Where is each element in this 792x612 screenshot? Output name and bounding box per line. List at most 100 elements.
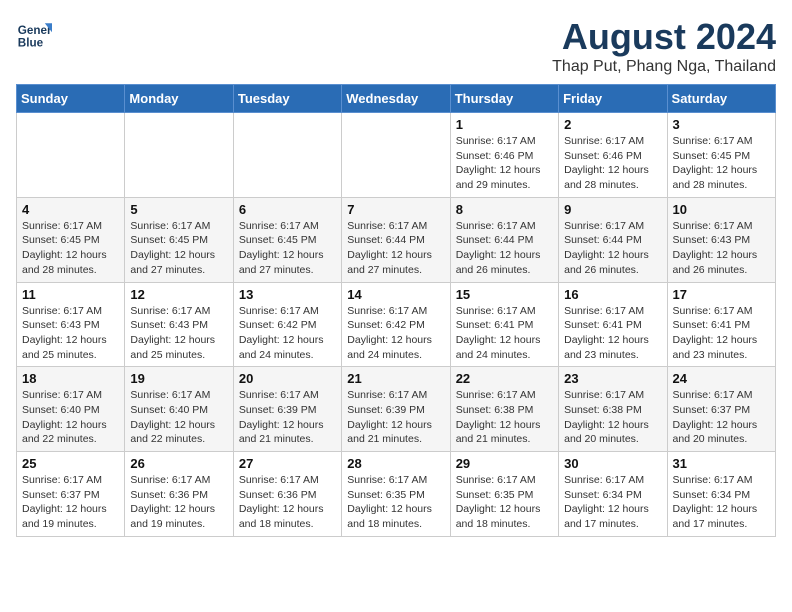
col-thursday: Thursday <box>450 85 558 113</box>
day-cell: 28Sunrise: 6:17 AM Sunset: 6:35 PM Dayli… <box>342 452 450 537</box>
day-detail: Sunrise: 6:17 AM Sunset: 6:36 PM Dayligh… <box>130 473 227 532</box>
day-detail: Sunrise: 6:17 AM Sunset: 6:45 PM Dayligh… <box>22 219 119 278</box>
day-number: 2 <box>564 117 661 132</box>
day-number: 27 <box>239 456 336 471</box>
day-number: 31 <box>673 456 770 471</box>
day-number: 24 <box>673 371 770 386</box>
title-area: August 2024 Thap Put, Phang Nga, Thailan… <box>552 16 776 76</box>
day-detail: Sunrise: 6:17 AM Sunset: 6:42 PM Dayligh… <box>239 304 336 363</box>
calendar-header: Sunday Monday Tuesday Wednesday Thursday… <box>17 85 776 113</box>
day-detail: Sunrise: 6:17 AM Sunset: 6:45 PM Dayligh… <box>673 134 770 193</box>
day-cell: 10Sunrise: 6:17 AM Sunset: 6:43 PM Dayli… <box>667 197 775 282</box>
day-cell: 24Sunrise: 6:17 AM Sunset: 6:37 PM Dayli… <box>667 367 775 452</box>
day-cell: 3 Sunrise: 6:17 AM Sunset: 6:45 PM Daylig… <box>667 113 775 198</box>
day-detail: Sunrise: 6:17 AM Sunset: 6:44 PM Dayligh… <box>564 219 661 278</box>
day-cell: 5 Sunrise: 6:17 AM Sunset: 6:45 PM Daylig… <box>125 197 233 282</box>
day-number: 12 <box>130 287 227 302</box>
col-wednesday: Wednesday <box>342 85 450 113</box>
day-number: 22 <box>456 371 553 386</box>
day-detail: Sunrise: 6:17 AM Sunset: 6:46 PM Dayligh… <box>564 134 661 193</box>
day-number: 19 <box>130 371 227 386</box>
day-cell <box>17 113 125 198</box>
day-cell: 27 Sunrise: 6:17 AM Sunset: 6:36 PM Dayli… <box>233 452 341 537</box>
day-cell <box>342 113 450 198</box>
day-cell: 12 Sunrise: 6:17 AM Sunset: 6:43 PM Dayli… <box>125 282 233 367</box>
day-number: 20 <box>239 371 336 386</box>
col-tuesday: Tuesday <box>233 85 341 113</box>
day-number: 11 <box>22 287 119 302</box>
week-row-2: 4 Sunrise: 6:17 AM Sunset: 6:45 PM Daylig… <box>17 197 776 282</box>
day-number: 13 <box>239 287 336 302</box>
day-number: 1 <box>456 117 553 132</box>
day-cell: 22 Sunrise: 6:17 AM Sunset: 6:38 PM Dayli… <box>450 367 558 452</box>
day-cell <box>125 113 233 198</box>
day-cell: 9 Sunrise: 6:17 AM Sunset: 6:44 PM Daylig… <box>559 197 667 282</box>
day-cell: 11Sunrise: 6:17 AM Sunset: 6:43 PM Dayli… <box>17 282 125 367</box>
day-cell: 15Sunrise: 6:17 AM Sunset: 6:41 PM Dayli… <box>450 282 558 367</box>
day-number: 21 <box>347 371 444 386</box>
day-detail: Sunrise: 6:17 AM Sunset: 6:46 PM Dayligh… <box>456 134 553 193</box>
day-cell: 25Sunrise: 6:17 AM Sunset: 6:37 PM Dayli… <box>17 452 125 537</box>
day-cell: 17 Sunrise: 6:17 AM Sunset: 6:41 PM Dayli… <box>667 282 775 367</box>
day-cell: 16Sunrise: 6:17 AM Sunset: 6:41 PM Dayli… <box>559 282 667 367</box>
day-cell: 1 Sunrise: 6:17 AM Sunset: 6:46 PM Daylig… <box>450 113 558 198</box>
svg-text:General: General <box>18 24 52 37</box>
day-detail: Sunrise: 6:17 AM Sunset: 6:37 PM Dayligh… <box>22 473 119 532</box>
week-row-3: 11 Sunrise: 6:17 AM Sunset: 6:43 PM Dayli… <box>17 282 776 367</box>
day-number: 18 <box>22 371 119 386</box>
day-number: 5 <box>130 202 227 217</box>
day-cell: 20 Sunrise: 6:17 AM Sunset: 6:39 PM Dayli… <box>233 367 341 452</box>
day-detail: Sunrise: 6:17 AM Sunset: 6:39 PM Dayligh… <box>347 388 444 447</box>
day-number: 15 <box>456 287 553 302</box>
calendar-title: August 2024 <box>552 16 776 58</box>
day-cell: 13 Sunrise: 6:17 AM Sunset: 6:42 PM Dayli… <box>233 282 341 367</box>
day-detail: Sunrise: 6:17 AM Sunset: 6:43 PM Dayligh… <box>130 304 227 363</box>
day-number: 17 <box>673 287 770 302</box>
day-number: 3 <box>673 117 770 132</box>
day-number: 6 <box>239 202 336 217</box>
day-cell: 4 Sunrise: 6:17 AM Sunset: 6:45 PM Daylig… <box>17 197 125 282</box>
day-cell: 18 Sunrise: 6:17 AM Sunset: 6:40 PM Dayli… <box>17 367 125 452</box>
week-row-4: 18 Sunrise: 6:17 AM Sunset: 6:40 PM Dayli… <box>17 367 776 452</box>
day-cell: 19 Sunrise: 6:17 AM Sunset: 6:40 PM Dayli… <box>125 367 233 452</box>
day-detail: Sunrise: 6:17 AM Sunset: 6:44 PM Dayligh… <box>456 219 553 278</box>
logo: General Blue General Blue <box>16 16 52 52</box>
day-detail: Sunrise: 6:17 AM Sunset: 6:38 PM Dayligh… <box>564 388 661 447</box>
day-detail: Sunrise: 6:17 AM Sunset: 6:40 PM Dayligh… <box>130 388 227 447</box>
day-cell: 2 Sunrise: 6:17 AM Sunset: 6:46 PM Daylig… <box>559 113 667 198</box>
day-detail: Sunrise: 6:17 AM Sunset: 6:34 PM Dayligh… <box>673 473 770 532</box>
day-detail: Sunrise: 6:17 AM Sunset: 6:43 PM Dayligh… <box>673 219 770 278</box>
day-number: 4 <box>22 202 119 217</box>
day-detail: Sunrise: 6:17 AM Sunset: 6:34 PM Dayligh… <box>564 473 661 532</box>
calendar-body: 1 Sunrise: 6:17 AM Sunset: 6:46 PM Daylig… <box>17 113 776 537</box>
day-cell: 14Sunrise: 6:17 AM Sunset: 6:42 PM Dayli… <box>342 282 450 367</box>
day-number: 23 <box>564 371 661 386</box>
calendar-table: Sunday Monday Tuesday Wednesday Thursday… <box>16 84 776 537</box>
day-detail: Sunrise: 6:17 AM Sunset: 6:36 PM Dayligh… <box>239 473 336 532</box>
day-cell: 7Sunrise: 6:17 AM Sunset: 6:44 PM Daylig… <box>342 197 450 282</box>
page-header: General Blue General Blue August 2024 Th… <box>16 16 776 76</box>
day-number: 14 <box>347 287 444 302</box>
day-detail: Sunrise: 6:17 AM Sunset: 6:45 PM Dayligh… <box>130 219 227 278</box>
day-cell: 31 Sunrise: 6:17 AM Sunset: 6:34 PM Dayli… <box>667 452 775 537</box>
day-number: 8 <box>456 202 553 217</box>
day-detail: Sunrise: 6:17 AM Sunset: 6:45 PM Dayligh… <box>239 219 336 278</box>
day-detail: Sunrise: 6:17 AM Sunset: 6:40 PM Dayligh… <box>22 388 119 447</box>
day-detail: Sunrise: 6:17 AM Sunset: 6:41 PM Dayligh… <box>673 304 770 363</box>
day-cell: 21 Sunrise: 6:17 AM Sunset: 6:39 PM Dayli… <box>342 367 450 452</box>
logo-icon: General Blue <box>16 16 52 52</box>
header-row: Sunday Monday Tuesday Wednesday Thursday… <box>17 85 776 113</box>
day-cell: 8 Sunrise: 6:17 AM Sunset: 6:44 PM Daylig… <box>450 197 558 282</box>
week-row-5: 25Sunrise: 6:17 AM Sunset: 6:37 PM Dayli… <box>17 452 776 537</box>
day-cell: 30Sunrise: 6:17 AM Sunset: 6:34 PM Dayli… <box>559 452 667 537</box>
day-detail: Sunrise: 6:17 AM Sunset: 6:39 PM Dayligh… <box>239 388 336 447</box>
day-cell: 6 Sunrise: 6:17 AM Sunset: 6:45 PM Daylig… <box>233 197 341 282</box>
col-friday: Friday <box>559 85 667 113</box>
day-number: 9 <box>564 202 661 217</box>
day-detail: Sunrise: 6:17 AM Sunset: 6:41 PM Dayligh… <box>564 304 661 363</box>
day-detail: Sunrise: 6:17 AM Sunset: 6:38 PM Dayligh… <box>456 388 553 447</box>
calendar-subtitle: Thap Put, Phang Nga, Thailand <box>552 58 776 76</box>
day-cell: 26Sunrise: 6:17 AM Sunset: 6:36 PM Dayli… <box>125 452 233 537</box>
day-detail: Sunrise: 6:17 AM Sunset: 6:35 PM Dayligh… <box>347 473 444 532</box>
day-cell: 29Sunrise: 6:17 AM Sunset: 6:35 PM Dayli… <box>450 452 558 537</box>
